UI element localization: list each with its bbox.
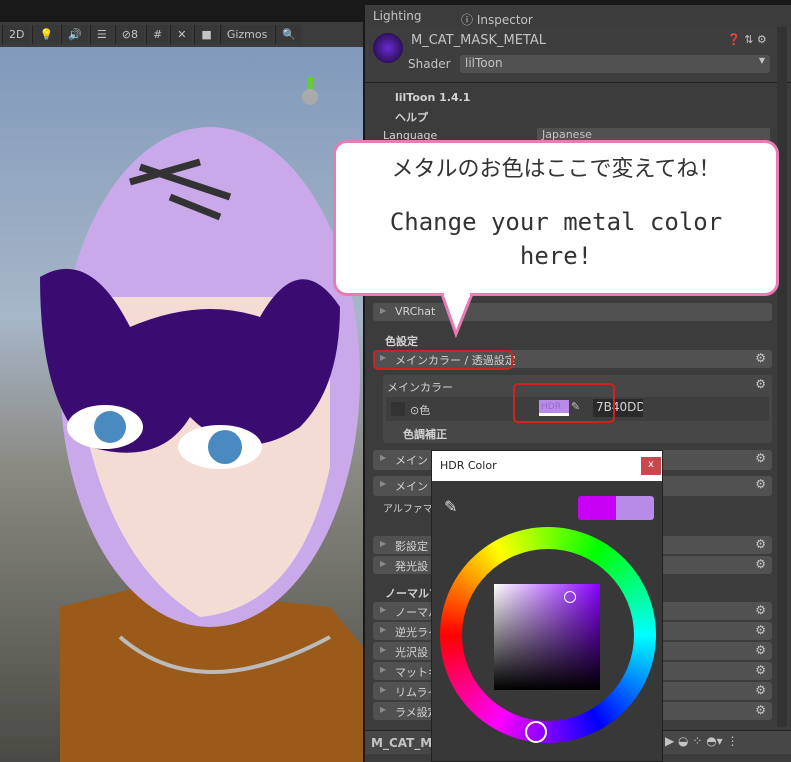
gear-icon[interactable]: ⚙ [755,663,766,677]
shader-dropdown[interactable]: lilToon ▼ [460,55,770,73]
color-settings-header: 色設定 [385,335,418,348]
callout-jp: メタルのお色はここで変えてね！ [391,157,721,182]
audio-toggle-icon[interactable]: 🔊 [61,25,88,44]
gear-icon[interactable]: ⚙ [755,377,766,391]
hue-handle[interactable] [525,721,547,743]
preview-name: M_CAT_M [371,736,433,750]
row-label: メイン [395,480,428,493]
gear-icon[interactable]: ⚙ [755,703,766,717]
tab-lighting[interactable]: Lighting [365,5,430,27]
saturation-value-square[interactable] [494,584,600,690]
help-settings-gear-icon[interactable]: ❓ ⇅ ⚙ [727,33,767,46]
tab-label: Inspector [476,13,533,27]
scrollbar[interactable] [777,27,787,727]
gear-icon[interactable]: ⚙ [755,451,766,465]
row-label: メイン [395,454,428,467]
callout-en: Change your metal color here! [389,208,723,270]
gear-icon[interactable]: ⚙ [755,603,766,617]
gear-icon[interactable]: ⚙ [755,351,766,365]
gear-icon[interactable]: ⚙ [755,537,766,551]
lighting-toggle-icon[interactable]: 💡 [32,25,60,44]
current-color-swatch [578,496,616,520]
callout-tail [440,292,474,338]
previous-color-swatch[interactable] [616,496,654,520]
vrchat-foldout[interactable]: VRChat [373,303,772,321]
row-label: VRChat [395,305,436,318]
version-foldout[interactable]: lilToon 1.4.1 [395,91,470,104]
scene-view[interactable]: 2D 💡 🔊 ☰ ⊘8 # ✕ ■ Gizmos 🔍 [0,22,363,762]
effects-icon[interactable]: ☰ [89,25,113,44]
2d-toggle[interactable]: 2D [2,25,31,44]
popup-title: HDR Color [432,451,662,481]
tab-label: Lighting [373,9,422,23]
highlight-box [513,383,615,423]
color-checkbox[interactable] [391,402,405,416]
character-render [40,77,363,762]
gear-icon[interactable]: ⚙ [755,623,766,637]
gear-icon[interactable]: ⚙ [755,643,766,657]
sv-handle[interactable] [564,591,576,603]
material-name: M_CAT_MASK_METAL [411,33,547,48]
tab-inspector[interactable]: ⓘ Inspector [453,5,545,27]
search-icon[interactable]: 🔍 [275,25,303,44]
shader-value: lilToon [465,56,503,70]
scene-toolbar: 2D 💡 🔊 ☰ ⊘8 # ✕ ■ Gizmos 🔍 [0,22,363,47]
camera-icon[interactable]: ■ [194,25,218,44]
hidden-objects-icon[interactable]: ⊘8 [114,25,144,44]
gear-icon[interactable]: ⚙ [755,477,766,491]
main-color-sub-label: メインカラー [387,381,453,394]
preview-controls-icon[interactable]: ▶ ◒ ⁘ ◓▾ ⋮ [665,734,739,748]
row-label: 影設定 [395,540,428,553]
gear-icon[interactable]: ⚙ [755,557,766,571]
gizmos-button[interactable]: Gizmos [219,25,274,44]
close-button[interactable]: x [641,457,661,475]
eyedropper-icon[interactable]: ✎ [444,497,457,516]
gear-icon[interactable]: ⚙ [755,683,766,697]
tone-correction-foldout[interactable]: 色調補正 [403,426,447,442]
shader-label: Shader [408,57,451,71]
row-label: 発光設 [395,560,428,573]
hdr-color-picker: HDR Color x ✎ [431,450,663,762]
tools-icon[interactable]: ✕ [170,25,193,44]
material-preview-icon [373,33,403,63]
highlight-box [373,350,513,370]
row-label: 光沢設 [395,646,428,659]
callout-bubble: メタルのお色はここで変えてね！ Change your metal color … [333,140,779,296]
color-label: ⊙色 [410,404,431,417]
material-header: M_CAT_MASK_METAL ❓ ⇅ ⚙ Shader lilToon ▼ [365,27,791,83]
chevron-down-icon: ▼ [758,56,765,65]
help-foldout[interactable]: ヘルプ [395,109,428,125]
grid-icon[interactable]: # [145,25,169,44]
